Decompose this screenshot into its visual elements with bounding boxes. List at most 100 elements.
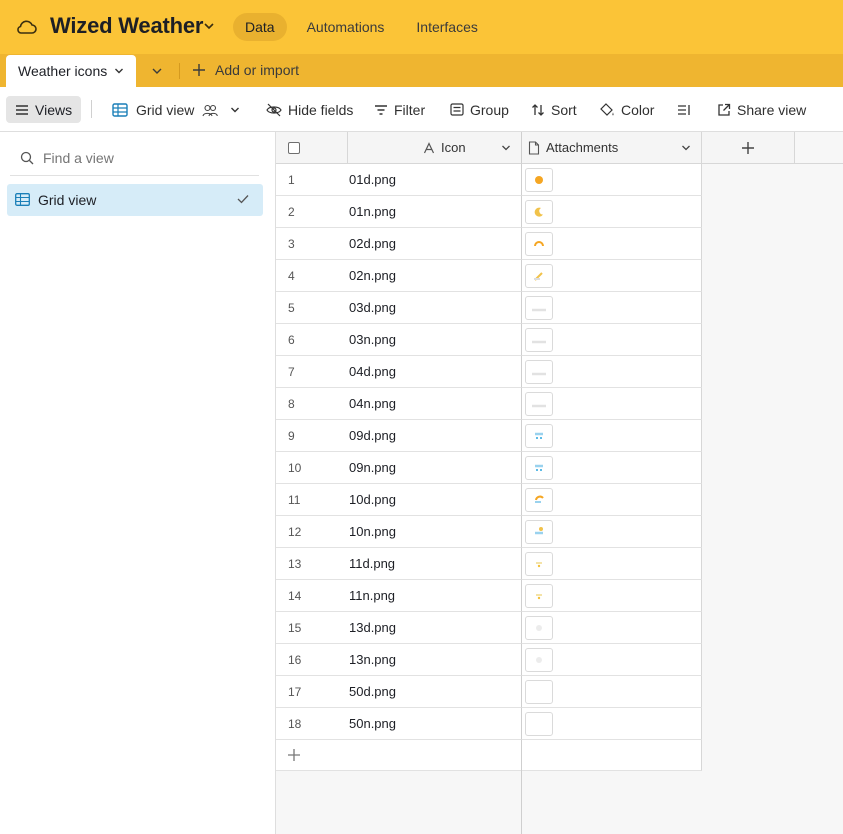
- chevron-down-icon[interactable]: [114, 66, 124, 76]
- icon-cell[interactable]: 09d.png: [348, 420, 522, 452]
- sort-button[interactable]: Sort: [531, 97, 577, 122]
- attachment-cell[interactable]: [522, 612, 702, 644]
- nav-automations[interactable]: Automations: [295, 13, 397, 41]
- table-row[interactable]: 5 03d.png: [276, 292, 702, 324]
- attachment-thumbnail[interactable]: [525, 359, 553, 384]
- group-button[interactable]: Group: [450, 97, 509, 122]
- attachment-thumbnail[interactable]: [525, 455, 553, 480]
- icon-cell[interactable]: 10d.png: [348, 484, 522, 516]
- find-view-search[interactable]: Find a view: [20, 150, 114, 166]
- filter-button[interactable]: Filter: [374, 97, 425, 122]
- table-row[interactable]: 4 02n.png: [276, 260, 702, 292]
- chevron-down-icon[interactable]: [230, 105, 240, 115]
- icon-cell[interactable]: 03n.png: [348, 324, 522, 356]
- icon-cell[interactable]: 02n.png: [348, 260, 522, 292]
- attachment-cell[interactable]: [522, 676, 702, 708]
- table-row[interactable]: 6 03n.png: [276, 324, 702, 356]
- current-view-button[interactable]: Grid view: [112, 97, 246, 122]
- icon-cell[interactable]: 09n.png: [348, 452, 522, 484]
- table-row[interactable]: 10 09n.png: [276, 452, 702, 484]
- sidebar-item-grid-view[interactable]: Grid view: [7, 184, 263, 216]
- color-button[interactable]: Color: [600, 97, 654, 122]
- attachment-thumbnail[interactable]: [525, 679, 553, 704]
- attachment-thumbnail[interactable]: [525, 295, 553, 320]
- base-title[interactable]: Wized Weather: [50, 13, 203, 39]
- attachment-thumbnail[interactable]: [525, 327, 553, 352]
- all-tables-chevron-icon[interactable]: [150, 64, 164, 78]
- table-row[interactable]: 11 10d.png: [276, 484, 702, 516]
- attachment-thumbnail[interactable]: [525, 423, 553, 448]
- icon-cell[interactable]: 03d.png: [348, 292, 522, 324]
- icon-cell[interactable]: 11n.png: [348, 580, 522, 612]
- icon-cell[interactable]: 10n.png: [348, 516, 522, 548]
- attachment-cell[interactable]: [522, 388, 702, 420]
- chevron-down-icon[interactable]: [681, 143, 691, 153]
- attachment-cell[interactable]: [522, 356, 702, 388]
- nav-data[interactable]: Data: [233, 13, 287, 41]
- attachment-thumbnail[interactable]: [525, 167, 553, 192]
- icon-cell[interactable]: 11d.png: [348, 548, 522, 580]
- attachment-cell[interactable]: [522, 516, 702, 548]
- attachment-thumbnail[interactable]: [525, 583, 553, 608]
- table-row[interactable]: 9 09d.png: [276, 420, 702, 452]
- attachment-cell[interactable]: [522, 708, 702, 740]
- views-toggle-button[interactable]: Views: [6, 96, 82, 123]
- tab-weather-icons[interactable]: Weather icons: [6, 55, 136, 87]
- table-row[interactable]: 13 11d.png: [276, 548, 702, 580]
- attachment-cell[interactable]: [522, 420, 702, 452]
- attachment-cell[interactable]: [522, 292, 702, 324]
- attachment-cell[interactable]: [522, 324, 702, 356]
- share-view-button[interactable]: Share view: [717, 97, 806, 122]
- nav-interfaces[interactable]: Interfaces: [404, 13, 489, 41]
- icon-cell[interactable]: 50d.png: [348, 676, 522, 708]
- icon-cell[interactable]: 13n.png: [348, 644, 522, 676]
- chevron-down-icon[interactable]: [203, 20, 215, 32]
- attachment-thumbnail[interactable]: [525, 615, 553, 640]
- attachment-cell[interactable]: [522, 644, 702, 676]
- icon-cell[interactable]: 01d.png: [348, 164, 522, 196]
- table-row[interactable]: 17 50d.png: [276, 676, 702, 708]
- attachment-cell[interactable]: [522, 484, 702, 516]
- hide-fields-button[interactable]: Hide fields: [266, 97, 353, 122]
- attachment-cell[interactable]: [522, 164, 702, 196]
- add-or-import-button[interactable]: Add or import: [192, 62, 299, 78]
- table-row[interactable]: 18 50n.png: [276, 708, 702, 740]
- column-header-icon[interactable]: Icon: [348, 132, 522, 164]
- attachment-thumbnail[interactable]: [525, 551, 553, 576]
- attachment-cell[interactable]: [522, 196, 702, 228]
- table-row[interactable]: 7 04d.png: [276, 356, 702, 388]
- icon-cell[interactable]: 01n.png: [348, 196, 522, 228]
- table-row[interactable]: 15 13d.png: [276, 612, 702, 644]
- attachment-thumbnail[interactable]: [525, 391, 553, 416]
- table-row[interactable]: 8 04n.png: [276, 388, 702, 420]
- row-height-button[interactable]: [677, 97, 697, 122]
- table-row[interactable]: 14 11n.png: [276, 580, 702, 612]
- attachment-thumbnail[interactable]: [525, 231, 553, 256]
- attachment-thumbnail[interactable]: [525, 647, 553, 672]
- icon-cell[interactable]: 02d.png: [348, 228, 522, 260]
- table-row[interactable]: 12 10n.png: [276, 516, 702, 548]
- attachment-cell[interactable]: [522, 452, 702, 484]
- attachment-cell[interactable]: [522, 260, 702, 292]
- table-row[interactable]: 16 13n.png: [276, 644, 702, 676]
- cloud-icon[interactable]: [15, 17, 37, 37]
- attachment-cell[interactable]: [522, 548, 702, 580]
- attachment-thumbnail[interactable]: [525, 263, 553, 288]
- attachment-cell[interactable]: [522, 228, 702, 260]
- icon-cell[interactable]: 04d.png: [348, 356, 522, 388]
- select-all-checkbox[interactable]: [288, 142, 300, 154]
- table-row[interactable]: 2 01n.png: [276, 196, 702, 228]
- attachment-cell[interactable]: [522, 580, 702, 612]
- attachment-thumbnail[interactable]: [525, 711, 553, 736]
- icon-cell[interactable]: 04n.png: [348, 388, 522, 420]
- add-field-button[interactable]: [702, 132, 795, 164]
- table-row[interactable]: 3 02d.png: [276, 228, 702, 260]
- column-header-attachments[interactable]: Attachments: [522, 132, 702, 164]
- attachment-thumbnail[interactable]: [525, 487, 553, 512]
- icon-cell[interactable]: 13d.png: [348, 612, 522, 644]
- attachment-thumbnail[interactable]: [525, 519, 553, 544]
- table-row[interactable]: 1 01d.png: [276, 164, 702, 196]
- add-record-button[interactable]: [276, 740, 522, 771]
- add-record-row[interactable]: [276, 740, 702, 771]
- chevron-down-icon[interactable]: [501, 143, 511, 153]
